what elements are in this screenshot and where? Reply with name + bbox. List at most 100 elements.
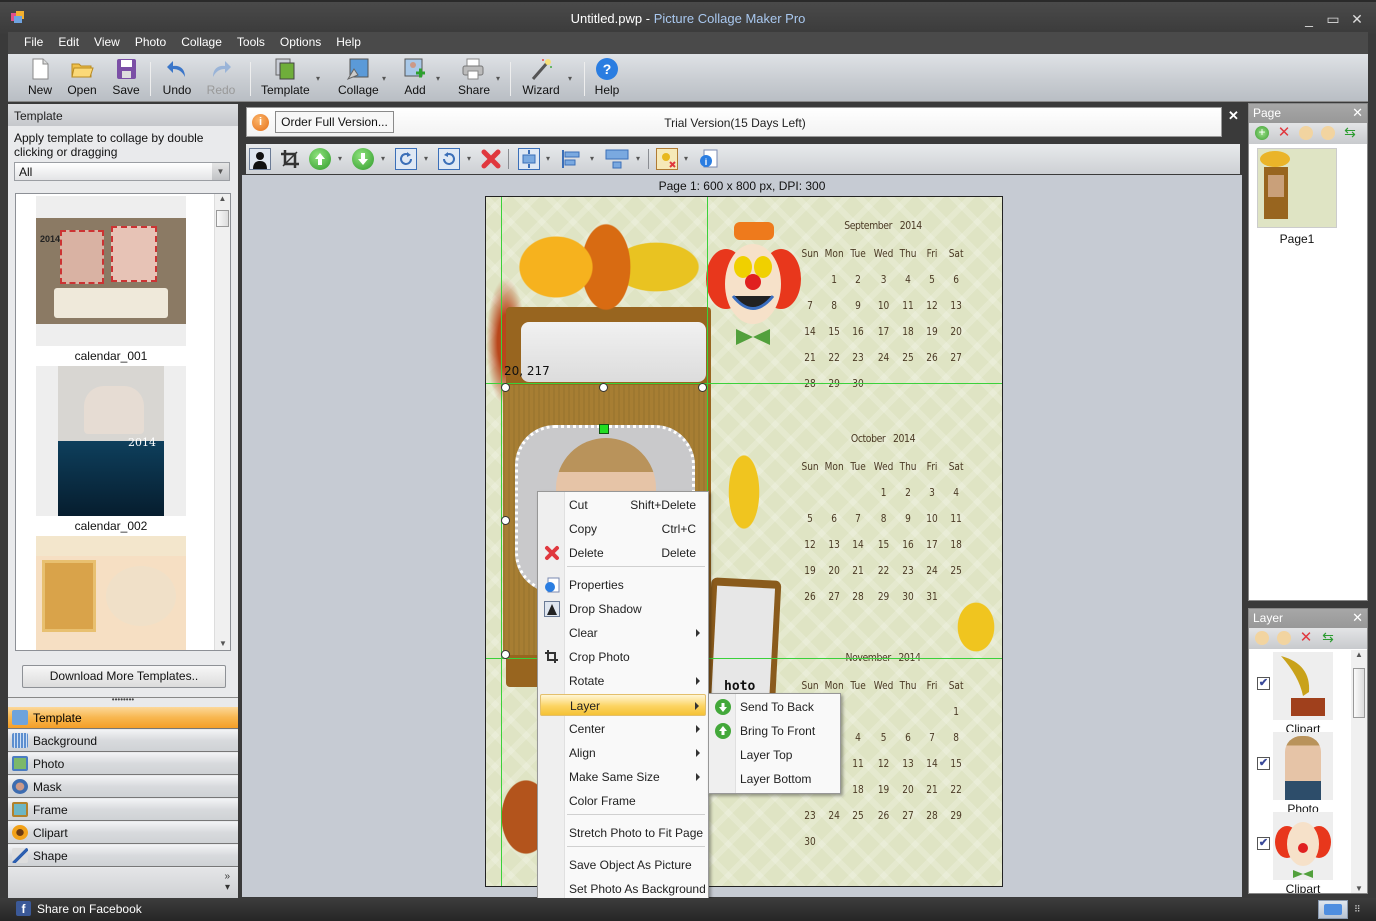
context-menu-item-center[interactable]: Center xyxy=(540,718,706,740)
add-button[interactable]: Add xyxy=(402,57,428,97)
move-page-down-icon[interactable] xyxy=(1321,126,1335,140)
make-same-size-dropdown[interactable]: ▾ xyxy=(636,154,640,163)
context-menu-item-make-same-size[interactable]: Make Same Size xyxy=(540,766,706,788)
align-center-icon[interactable] xyxy=(518,148,540,170)
context-menu-item-layer[interactable]: Layer xyxy=(540,694,706,716)
properties-icon[interactable]: i xyxy=(698,148,720,170)
move-page-up-icon[interactable] xyxy=(1299,126,1313,140)
clipart-remove-icon[interactable] xyxy=(656,148,678,170)
share-dropdown-arrow[interactable]: ▾ xyxy=(496,74,500,83)
nav-background[interactable]: Background xyxy=(8,730,238,752)
nav-clipart[interactable]: Clipart xyxy=(8,822,238,844)
trial-bar-close-button[interactable]: ✕ xyxy=(1228,108,1242,123)
rotate-handle[interactable] xyxy=(599,424,609,434)
minimize-button[interactable]: _ xyxy=(1298,10,1320,28)
nav-mask[interactable]: Mask xyxy=(8,776,238,798)
template-item[interactable]: 2014 calendar_001 xyxy=(36,196,186,363)
close-window-button[interactable]: ✕ xyxy=(1346,10,1368,28)
menu-options[interactable]: Options xyxy=(272,32,328,49)
context-menu-item-color-frame[interactable]: Color Frame xyxy=(540,790,706,812)
resize-handle-bottom-left[interactable] xyxy=(501,650,510,659)
nav-more-button[interactable]: » ▾ xyxy=(8,868,238,898)
align-center-dropdown[interactable]: ▾ xyxy=(546,154,550,163)
rotate-right-icon[interactable] xyxy=(395,148,417,170)
layer-visibility-checkbox[interactable]: ✔ xyxy=(1257,757,1270,770)
add-page-icon[interactable]: + xyxy=(1255,126,1269,140)
send-backward-dropdown[interactable]: ▾ xyxy=(381,154,385,163)
yellow-leaf-clipart[interactable] xyxy=(714,427,774,557)
menu-collage[interactable]: Collage xyxy=(173,32,229,49)
layer-visibility-checkbox[interactable]: ✔ xyxy=(1257,837,1270,850)
context-menu-item-rotate[interactable]: Rotate xyxy=(540,670,706,692)
menu-file[interactable]: File xyxy=(8,32,50,49)
context-menu-item-cut[interactable]: Cut Shift+Delete xyxy=(540,494,706,516)
resize-handle-top-right[interactable] xyxy=(698,383,707,392)
context-menu-item-clear[interactable]: Clear xyxy=(540,622,706,644)
clipart-remove-dropdown[interactable]: ▾ xyxy=(684,154,688,163)
autumn-leaves-clipart[interactable] xyxy=(496,197,706,347)
context-menu-item-align[interactable]: Align xyxy=(540,742,706,764)
align-left-dropdown[interactable]: ▾ xyxy=(590,154,594,163)
collage-dropdown-arrow[interactable]: ▾ xyxy=(382,74,386,83)
collage-button[interactable]: Collage xyxy=(338,57,379,97)
template-item[interactable] xyxy=(36,536,186,650)
page-panel-close-button[interactable]: ✕ xyxy=(1352,105,1363,121)
context-menu-item-crop-photo[interactable]: Crop Photo xyxy=(540,646,706,668)
wizard-dropdown-arrow[interactable]: ▾ xyxy=(568,74,572,83)
download-more-templates-button[interactable]: Download More Templates.. xyxy=(22,665,226,688)
menu-tools[interactable]: Tools xyxy=(229,32,272,49)
resize-handle-top-left[interactable] xyxy=(501,383,510,392)
undo-button[interactable]: Undo xyxy=(162,57,192,97)
layer-submenu-item-layer-bottom[interactable]: Layer Bottom xyxy=(711,768,838,790)
panel-splitter-grip[interactable]: •••••••• xyxy=(8,696,238,705)
make-same-size-icon[interactable] xyxy=(604,148,630,170)
menu-edit[interactable]: Edit xyxy=(50,32,86,49)
bring-forward-dropdown[interactable]: ▾ xyxy=(338,154,342,163)
rotate-left-dropdown[interactable]: ▾ xyxy=(467,154,471,163)
save-button[interactable]: Save xyxy=(111,57,141,97)
help-button[interactable]: ? Help xyxy=(594,57,620,97)
template-dropdown-arrow[interactable]: ▾ xyxy=(316,74,320,83)
template-item[interactable]: 2014 calendar_002 xyxy=(36,366,186,533)
context-menu-item-save-object-as-picture[interactable]: Save Object As Picture xyxy=(540,854,706,876)
template-button[interactable]: Template xyxy=(261,57,310,97)
add-dropdown-arrow[interactable]: ▾ xyxy=(436,74,440,83)
delete-page-icon[interactable]: ✕ xyxy=(1277,125,1291,140)
menu-view[interactable]: View xyxy=(86,32,127,49)
page-thumbnail[interactable] xyxy=(1257,148,1337,228)
layer-up-icon[interactable] xyxy=(1255,631,1269,645)
share-button[interactable]: Share xyxy=(458,57,490,97)
resize-handle-left[interactable] xyxy=(501,516,510,525)
context-menu-item-drop-shadow[interactable]: Drop Shadow xyxy=(540,598,706,620)
delete-layer-icon[interactable]: ✕ xyxy=(1299,630,1313,645)
template-list-scrollbar[interactable]: ▲ ▼ xyxy=(214,194,230,650)
context-menu-item-stretch-photo-to-fit-page[interactable]: Stretch Photo to Fit Page xyxy=(540,822,706,844)
silhouette-icon[interactable] xyxy=(249,148,271,170)
share-on-facebook-link[interactable]: Share on Facebook xyxy=(37,902,142,916)
resize-handle-top[interactable] xyxy=(599,383,608,392)
rotate-left-icon[interactable] xyxy=(438,148,460,170)
maximize-button[interactable]: ▭ xyxy=(1322,10,1344,28)
layer-down-icon[interactable] xyxy=(1277,631,1291,645)
nav-photo[interactable]: Photo xyxy=(8,753,238,775)
refresh-pages-icon[interactable]: ⇆ xyxy=(1343,125,1357,140)
nav-shape[interactable]: Shape xyxy=(8,845,238,867)
template-filter-select[interactable]: All ▼ xyxy=(14,162,230,181)
nav-frame[interactable]: Frame xyxy=(8,799,238,821)
layer-submenu-item-send-to-back[interactable]: Send To Back xyxy=(711,696,838,718)
align-left-icon[interactable] xyxy=(560,148,582,170)
context-menu-item-properties[interactable]: Properties xyxy=(540,574,706,596)
context-menu-item-delete[interactable]: Delete Delete xyxy=(540,542,706,564)
wizard-button[interactable]: Wizard xyxy=(522,57,560,97)
delete-icon[interactable] xyxy=(480,148,502,170)
open-button[interactable]: Open xyxy=(66,57,98,97)
layer-submenu-item-bring-to-front[interactable]: Bring To Front xyxy=(711,720,838,742)
new-button[interactable]: New xyxy=(26,57,54,97)
layer-visibility-checkbox[interactable]: ✔ xyxy=(1257,677,1270,690)
bring-forward-icon[interactable] xyxy=(309,148,331,170)
menu-photo[interactable]: Photo xyxy=(127,32,173,49)
menu-help[interactable]: Help xyxy=(328,32,368,49)
order-full-version-button[interactable]: Order Full Version... xyxy=(275,111,394,133)
resize-grip-icon[interactable]: ⠿ xyxy=(1354,904,1361,915)
refresh-layers-icon[interactable]: ⇆ xyxy=(1321,630,1335,645)
